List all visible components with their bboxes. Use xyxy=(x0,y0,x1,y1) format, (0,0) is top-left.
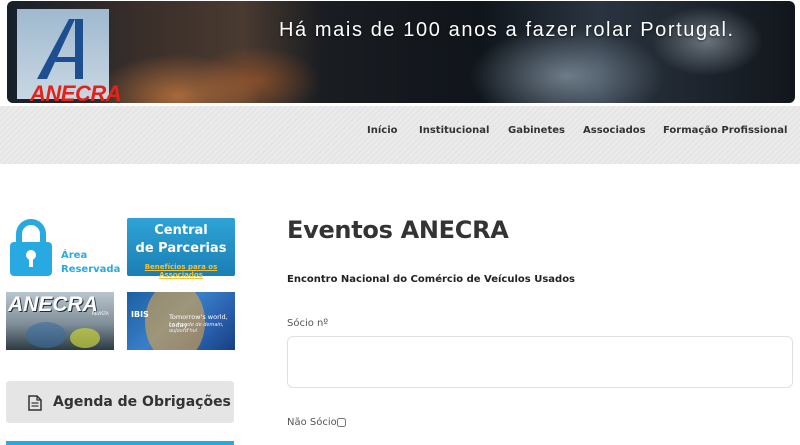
revista-title: ANECRA xyxy=(8,293,98,316)
lock-icon xyxy=(10,219,52,276)
sidebar-accent-bar xyxy=(6,441,234,445)
nav-item-inicio[interactable]: Início xyxy=(367,125,398,136)
header-slogan: Há mais de 100 anos a fazer rolar Portug… xyxy=(279,19,735,41)
event-subtitle: Encontro Nacional do Comércio de Veículo… xyxy=(287,274,576,285)
socio-number-input[interactable] xyxy=(287,336,793,388)
central-parcerias-banner[interactable]: Central de Parcerias Benefícios para os … xyxy=(127,218,235,279)
anecra-logo[interactable]: ANECRA xyxy=(17,9,122,103)
nav-item-formacao-profissional[interactable]: Formação Profissional xyxy=(663,125,787,136)
nav-item-associados[interactable]: Associados xyxy=(583,125,646,136)
ibis-tagline-fr: Le monde de demain, aujourd'hui xyxy=(169,322,224,334)
central-parcerias-title-1: Central xyxy=(154,223,208,238)
central-parcerias-tagline: Benefícios para os Associados xyxy=(144,263,218,279)
header-banner: ANECRA Há mais de 100 anos a fazer rolar… xyxy=(7,1,795,103)
central-parcerias-title-2: de Parcerias xyxy=(135,241,227,256)
revista-image-shape xyxy=(26,322,66,348)
nao-socio-label: Não Sócio xyxy=(287,417,337,428)
ibis-brand: IBIS xyxy=(131,310,149,319)
nav-item-institucional[interactable]: Institucional xyxy=(419,125,489,136)
ibis-banner[interactable]: IBIS Tomorrow's world, today Le monde de… xyxy=(127,292,235,350)
page-title: Eventos ANECRA xyxy=(287,216,509,244)
agenda-obrigacoes-label: Agenda de Obrigações xyxy=(53,394,231,410)
nav-item-gabinetes[interactable]: Gabinetes xyxy=(508,125,565,136)
revista-anecra-banner[interactable]: ANECRA REVISTA xyxy=(6,292,114,350)
agenda-obrigacoes-button[interactable]: Agenda de Obrigações xyxy=(6,381,234,423)
main-nav: Início Institucional Gabinetes Associado… xyxy=(0,125,800,141)
nao-socio-checkbox[interactable] xyxy=(337,418,346,427)
revista-subtitle: REVISTA xyxy=(92,311,109,316)
document-icon xyxy=(28,395,42,411)
revista-image-shape xyxy=(70,328,100,348)
logo-text: ANECRA xyxy=(30,81,122,103)
socio-number-label: Sócio nº xyxy=(287,318,329,329)
area-reservada-label: Área Reservada xyxy=(61,250,121,275)
area-reservada-link[interactable]: Área Reservada xyxy=(6,219,120,281)
